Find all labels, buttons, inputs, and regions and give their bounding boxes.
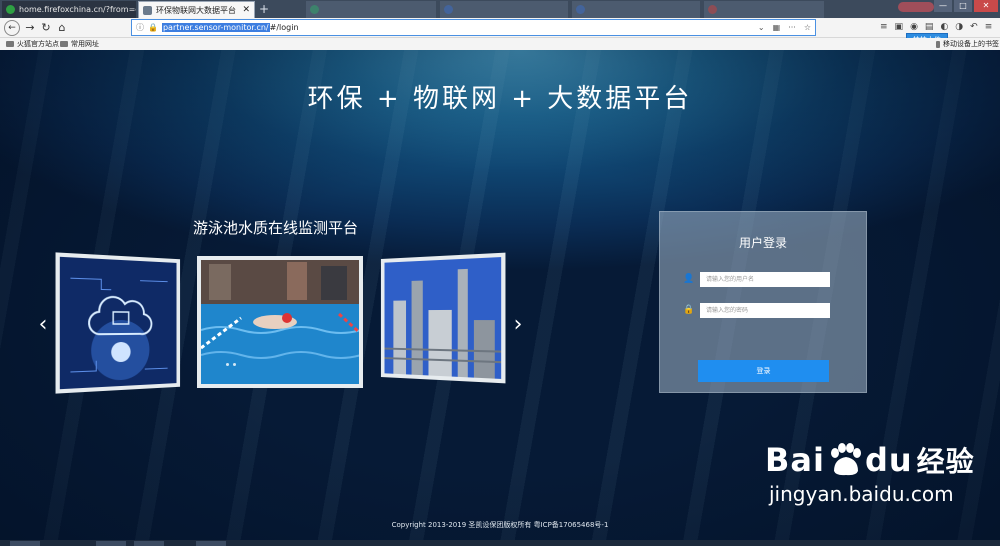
extension-icon[interactable]: ◐ (940, 22, 948, 32)
forward-button[interactable]: → (22, 20, 38, 36)
background-tab[interactable] (572, 1, 700, 18)
dropdown-icon[interactable]: ⌄ (758, 23, 765, 32)
back-button[interactable]: ← (4, 20, 20, 36)
qr-code-icon[interactable]: ▦ (773, 23, 781, 32)
minimize-button[interactable]: — (934, 0, 952, 12)
background-tab[interactable] (704, 1, 824, 18)
home-button[interactable]: ⌂ (54, 20, 70, 36)
bookmarks-bar: 火狐官方站点 常用网址 移动设备上的书签 (0, 38, 1000, 50)
library-icon[interactable]: ≡ (880, 22, 888, 32)
password-input[interactable] (700, 302, 830, 318)
url-bar[interactable]: ⓘ 🔒 partner.sensor-monitor.cn/ #/login ⌄… (131, 19, 816, 36)
page-icon (143, 5, 152, 15)
screenshot-icon[interactable]: ▣ (895, 22, 904, 32)
tab-bar: home.firefoxchina.cn/?from=ext ✕ 环保物联网大数… (0, 0, 1000, 18)
close-tab-icon[interactable]: ✕ (238, 5, 250, 15)
insecure-lock-icon[interactable]: 🔒 (148, 23, 158, 32)
folder-icon (60, 41, 68, 47)
taskbar (0, 540, 1000, 546)
undo-icon[interactable]: ↶ (970, 22, 978, 32)
bookmark-label: 火狐官方站点 (17, 40, 59, 48)
taskbar-item[interactable] (196, 541, 226, 546)
taskbar-item[interactable] (134, 541, 164, 546)
baidu-paw-icon (830, 443, 861, 476)
folder-icon (6, 41, 14, 47)
carousel-indicators (226, 363, 236, 366)
tab-firefoxchina[interactable]: home.firefoxchina.cn/?from=ext ✕ (2, 1, 136, 18)
taskbar-item[interactable] (10, 541, 40, 546)
url-actions: ⌄ ▦ ··· ☆ (758, 23, 815, 32)
login-button[interactable]: 登录 (698, 360, 829, 382)
bookmark-label: 常用网址 (71, 40, 99, 48)
tab-title: home.firefoxchina.cn/?from=ext (19, 5, 136, 14)
firefox-icon (6, 5, 15, 14)
chat-icon[interactable]: ◑ (955, 22, 963, 32)
carousel-next-button[interactable]: › (508, 310, 528, 340)
carousel-slide-iot[interactable] (55, 252, 181, 394)
tab-title: 环保物联网大数据平台 (156, 5, 236, 15)
baidu-logo: Bai du 经验 (765, 441, 975, 479)
carousel-slide-factory[interactable] (380, 252, 506, 384)
carousel-dot[interactable] (226, 363, 229, 366)
login-title: 用户登录 (738, 236, 787, 250)
window-controls: — □ ✕ (934, 0, 998, 12)
close-window-button[interactable]: ✕ (974, 0, 998, 12)
username-input[interactable] (700, 271, 830, 287)
bookmark-mobile[interactable]: 移动设备上的书签 (936, 39, 999, 49)
navigation-bar: ← → ↻ ⌂ ⓘ 🔒 partner.sensor-monitor.cn/ #… (0, 18, 1000, 45)
new-tab-button[interactable]: + (257, 1, 271, 17)
bookmark-star-icon[interactable]: ☆ (804, 23, 811, 32)
industrial-plant-image (384, 257, 502, 379)
page-icon (444, 5, 453, 14)
maximize-button[interactable]: □ (954, 0, 972, 12)
carousel-prev-button[interactable]: ‹ (33, 310, 53, 340)
more-icon[interactable]: ··· (788, 23, 796, 32)
login-page: 环保 + 物联网 + 大数据平台 游泳池水质在线监测平台 ‹ › 用户登录 👤 … (0, 50, 1000, 540)
page-icon (708, 5, 717, 14)
copyright: Copyright 2013-2019 圣凯设保团版权所有 粤ICP备17065… (391, 521, 609, 529)
bookmark-firefox-official[interactable]: 火狐官方站点 (6, 39, 59, 49)
info-icon[interactable]: ⓘ (136, 22, 144, 33)
taskbar-item[interactable] (96, 541, 126, 546)
background-tab[interactable] (440, 1, 568, 18)
tab-platform[interactable]: 环保物联网大数据平台 ✕ (138, 1, 255, 18)
page-icon (310, 5, 319, 14)
url-path: #/login (269, 23, 299, 32)
menu-icon[interactable]: ≡ (985, 22, 993, 32)
background-tab[interactable] (306, 1, 436, 18)
swimming-pool-image (201, 260, 359, 384)
watermark-url: jingyan.baidu.com (769, 482, 954, 506)
reload-button[interactable]: ↻ (38, 20, 54, 36)
lock-icon: 🔒 (683, 305, 695, 315)
bookmark-common-sites[interactable]: 常用网址 (60, 39, 99, 49)
platform-subtitle: 游泳池水质在线监测平台 (193, 219, 359, 237)
carousel-dot[interactable] (233, 363, 236, 366)
toolbar-icons: ≡ ▣ ◉ ▤ ◐ ◑ ↶ ≡ (880, 22, 992, 32)
phone-icon (936, 40, 940, 48)
page-icon (576, 5, 585, 14)
username-row: 👤 (682, 271, 852, 287)
login-panel: 用户登录 👤 🔒 登录 (659, 211, 867, 393)
url-host: partner.sensor-monitor.cn/ (161, 23, 270, 32)
account-icon[interactable]: ◉ (910, 22, 918, 32)
account-pill[interactable] (898, 2, 934, 12)
user-icon: 👤 (683, 274, 695, 284)
bookmark-label: 移动设备上的书签 (943, 40, 999, 48)
iot-cloud-image (59, 256, 177, 390)
sidebar-icon[interactable]: ▤ (925, 22, 934, 32)
carousel-slide-pool[interactable] (197, 256, 363, 388)
baidu-watermark: Bai du 经验 jingyan.baidu.com (765, 440, 975, 506)
page-title: 环保 + 物联网 + 大数据平台 (307, 84, 693, 114)
password-row: 🔒 (682, 302, 852, 318)
